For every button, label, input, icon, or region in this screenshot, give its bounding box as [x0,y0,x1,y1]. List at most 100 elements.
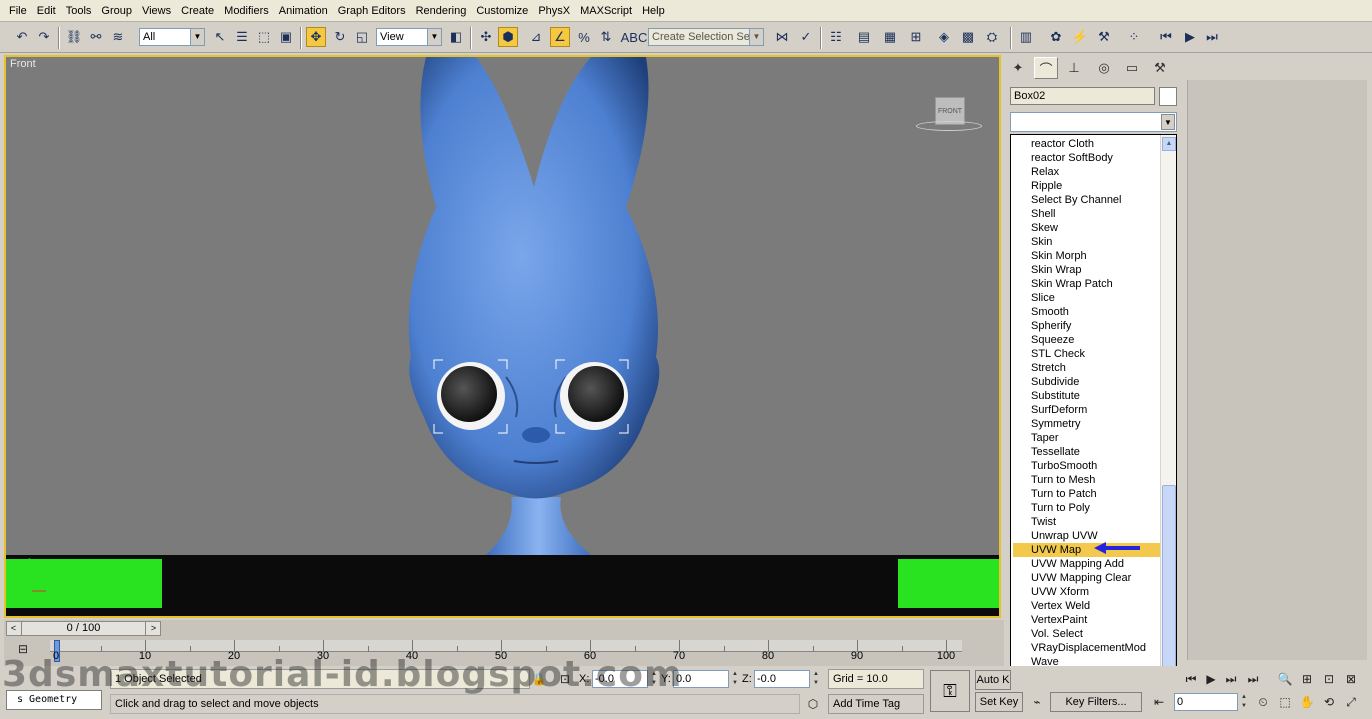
set-key-mode-icon[interactable]: ⚿ [930,670,970,712]
modifier-list-item[interactable]: reactor Cloth [1013,137,1161,151]
current-frame-input[interactable]: 0 [1174,693,1238,711]
create-tab-icon[interactable]: ✦ [1006,57,1030,79]
scroll-up-icon[interactable]: ▲ [1162,137,1176,151]
modifier-list-item[interactable]: Subdivide [1013,375,1161,389]
modifier-list-item[interactable]: Substitute [1013,389,1161,403]
select-and-manipulate-icon[interactable]: ✣ [476,27,496,47]
menu-maxscript[interactable]: MAXScript [575,0,637,22]
field-of-view-icon[interactable]: ⬚ [1276,693,1294,711]
utilities-tab-icon[interactable]: ⚒ [1148,57,1172,79]
modifier-list-item[interactable]: Turn to Poly [1013,501,1161,515]
zoom-extents-icon[interactable]: ⊡ [1320,670,1338,688]
modifier-list-item[interactable]: Symmetry [1013,417,1161,431]
modifier-list-item[interactable]: VertexPaint [1013,613,1161,627]
mirror-icon[interactable]: ⋈ [772,27,792,47]
orbit-icon[interactable]: ⟲ [1320,693,1338,711]
hierarchy-tab-icon[interactable]: ⊥ [1062,57,1086,79]
auto-key-button[interactable]: Auto K [975,670,1011,690]
pan-icon[interactable]: ✋ [1298,693,1316,711]
ruler-icon[interactable]: ⚒ [1094,27,1114,47]
unlink-icon[interactable]: ⚯ [86,27,106,47]
menu-rendering[interactable]: Rendering [411,0,472,22]
menu-graph-editors[interactable]: Graph Editors [333,0,411,22]
modifier-list-item[interactable]: Skin Morph [1013,249,1161,263]
window-crossing-icon[interactable]: ▣ [276,27,296,47]
modify-tab-icon[interactable]: ⌒ [1034,57,1058,79]
add-time-tag[interactable]: Add Time Tag [828,694,924,714]
modifier-list-item[interactable]: Turn to Patch [1013,487,1161,501]
motion-tab-icon[interactable]: ◎ [1092,57,1116,79]
pivot-center-icon[interactable]: ◧ [446,27,466,47]
zoom-icon[interactable]: 🔍 [1276,670,1294,688]
modifier-list-item[interactable]: Turn to Mesh [1013,473,1161,487]
rectangular-selection-icon[interactable]: ⬚ [254,27,274,47]
grid-icon[interactable]: ⁘ [1124,27,1144,47]
menu-group[interactable]: Group [96,0,137,22]
curve-editor-icon[interactable]: ▦ [880,27,900,47]
modifier-list-item[interactable]: Smooth [1013,305,1161,319]
play-icon[interactable]: ▶ [1180,27,1200,47]
frame-spinner-icon[interactable]: ▲ ▼ [1240,693,1248,711]
select-and-move-icon[interactable]: ✥ [306,27,326,47]
modifier-list-item[interactable]: Stretch [1013,361,1161,375]
material-editor-icon[interactable]: ◈ [934,27,954,47]
zoom-extents-all-icon[interactable]: ⊠ [1342,670,1360,688]
select-object-icon[interactable]: ↖ [210,27,230,47]
viewcube-ring[interactable] [916,121,982,131]
render-frame-icon[interactable]: ⛭ [982,27,1002,47]
modifier-list-item[interactable]: Skew [1013,221,1161,235]
spinner-snap-icon[interactable]: ⇅ [596,27,616,47]
modifier-list-scrollbar[interactable]: ▲ ▼ [1160,135,1176,693]
modifier-list-dropdown[interactable]: ▼ [1010,112,1177,132]
angle-snap-icon[interactable]: ∠ [550,27,570,47]
modifier-list-item[interactable]: reactor SoftBody [1013,151,1161,165]
modifier-list-item[interactable]: Tessellate [1013,445,1161,459]
selection-filter-dropdown[interactable]: All ▼ [139,28,205,46]
display-tab-icon[interactable]: ▭ [1120,57,1144,79]
play-animation-icon[interactable]: ▶ [1202,670,1220,688]
time-tag-icon[interactable]: ⬡ [804,695,822,713]
menu-modifiers[interactable]: Modifiers [219,0,274,22]
modifier-list-item[interactable]: Relax [1013,165,1161,179]
set-key-button[interactable]: Set Key [975,692,1023,712]
keyboard-shortcut-override-icon[interactable]: ⬢ [498,27,518,47]
select-and-rotate-icon[interactable]: ↻ [330,27,350,47]
go-to-start-icon[interactable]: ⏮ [1156,27,1176,47]
modifier-list-item[interactable]: Ripple [1013,179,1161,193]
modifier-list-item[interactable]: Skin [1013,235,1161,249]
time-prev-icon[interactable]: < [7,622,20,635]
z-coord-input[interactable]: -0.0 [754,670,810,688]
go-to-end-icon[interactable]: ⏭ [1244,670,1262,688]
menu-animation[interactable]: Animation [274,0,333,22]
key-filters-button[interactable]: Key Filters... [1050,692,1142,712]
modifier-list-item[interactable]: Shell [1013,207,1161,221]
menu-create[interactable]: Create [176,0,219,22]
particle-icon[interactable]: ✿ [1046,27,1066,47]
z-spinner-icon[interactable]: ▲ ▼ [812,670,820,688]
object-name-field[interactable]: Box02 [1010,87,1155,105]
viewcube[interactable]: FRONT [916,97,982,137]
modifier-list-item[interactable]: Vol. Select [1013,627,1161,641]
time-slider[interactable]: < 0 / 100 > [6,621,161,636]
modifier-list-item[interactable]: Skin Wrap Patch [1013,277,1161,291]
key-mode-toggle-icon[interactable]: ⇤ [1150,693,1168,711]
object-color-swatch[interactable] [1159,87,1177,106]
schematic-view-icon[interactable]: ⊞ [906,27,926,47]
modifier-list-item[interactable]: STL Check [1013,347,1161,361]
modifier-list-item[interactable]: Select By Channel [1013,193,1161,207]
next-frame-icon[interactable]: ⏭ [1202,27,1222,47]
menu-file[interactable]: File [4,0,32,22]
modifier-list-item[interactable]: VRayDisplacementMod [1013,641,1161,655]
maximize-viewport-icon[interactable]: ⤢ [1342,693,1360,711]
snaps-toggle-icon[interactable]: ⊿ [526,27,546,47]
modifier-list-item[interactable]: Spherify [1013,319,1161,333]
time-slider-thumb[interactable]: 0 / 100 [21,622,146,635]
menu-customize[interactable]: Customize [471,0,533,22]
select-and-link-icon[interactable]: ⛓ [64,27,84,47]
modifier-list-item[interactable]: Skin Wrap [1013,263,1161,277]
percent-snap-icon[interactable]: % [574,27,594,47]
modifier-list-item[interactable]: Twist [1013,515,1161,529]
modifier-list-item[interactable]: Taper [1013,431,1161,445]
menu-tools[interactable]: Tools [61,0,97,22]
select-and-scale-icon[interactable]: ◱ [352,27,372,47]
